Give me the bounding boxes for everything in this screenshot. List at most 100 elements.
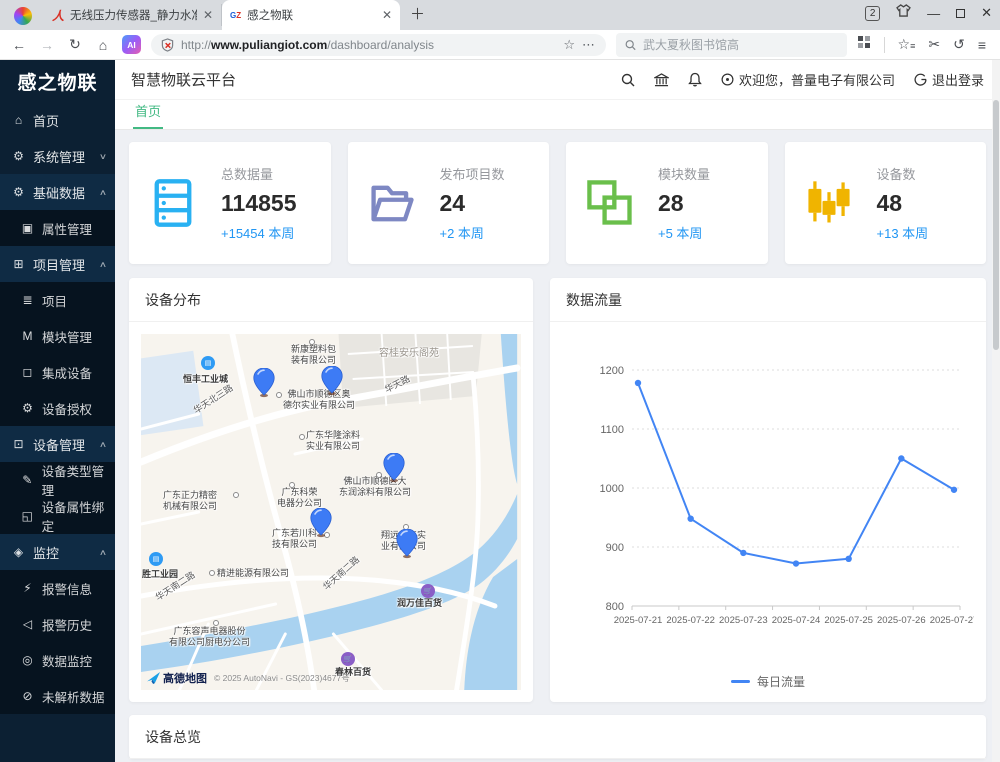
- home-icon[interactable]: ⌂: [94, 37, 112, 53]
- building-poi-icon: ▤: [149, 552, 163, 566]
- map-label: 精进能源有限公司: [217, 568, 289, 579]
- map-label: 广东容声电器股份 有限公司厨电分公司: [169, 626, 250, 648]
- scissors-icon[interactable]: ✂: [928, 36, 940, 53]
- page-scrollbar[interactable]: [992, 60, 1000, 762]
- map-pin-icon[interactable]: [310, 508, 332, 538]
- poi-dot: [299, 434, 305, 440]
- map-pin-icon[interactable]: [321, 366, 343, 396]
- browser-logo-icon[interactable]: [14, 7, 32, 25]
- favorites-icon[interactable]: ☆≡: [898, 36, 916, 53]
- notifications-bell-icon[interactable]: [688, 72, 702, 87]
- sidebar-item-项目[interactable]: ≣ 项目: [0, 282, 115, 318]
- logout-icon: [914, 73, 927, 86]
- sidebar-item-设备授权[interactable]: ⚙设备授权: [0, 390, 115, 426]
- poi-dot: [309, 339, 315, 345]
- sidebar-item-数据监控[interactable]: ◎数据监控: [0, 642, 115, 678]
- tab-count-badge[interactable]: 2: [865, 6, 880, 21]
- sidebar-item-集成设备[interactable]: ◻集成设备: [0, 354, 115, 390]
- browser-tab-2[interactable]: GZ 感之物联 ✕: [222, 0, 400, 30]
- map-label: 广东华隆涂料 实业有限公司: [306, 430, 360, 452]
- logout-button[interactable]: 退出登录: [914, 70, 984, 89]
- amap-logo[interactable]: 高德地图: [147, 670, 207, 686]
- url-text[interactable]: http://www.puliangiot.com/dashboard/anal…: [181, 38, 556, 52]
- welcome-text[interactable]: 欢迎您，普量电子有限公司: [721, 70, 895, 89]
- search-icon: [625, 39, 636, 51]
- sidebar-item-属性管理[interactable]: ▣属性管理: [0, 210, 115, 246]
- forward-icon[interactable]: →: [38, 37, 56, 53]
- sidebar-item-label: 系统管理: [33, 147, 85, 166]
- list-icon: ≣: [20, 293, 35, 307]
- map-label: 恒丰工业城: [183, 374, 228, 385]
- sidebar-item-项目管理[interactable]: ⊞项目管理∧: [0, 246, 115, 282]
- svg-text:2025-07-27: 2025-07-27: [930, 615, 974, 626]
- map-pin-icon[interactable]: [253, 368, 275, 398]
- organization-icon[interactable]: [654, 73, 669, 87]
- sidebar-item-首页[interactable]: ⌂首页: [0, 102, 115, 138]
- sidebar-item-监控[interactable]: ◈监控∧: [0, 534, 115, 570]
- stat-label: 模块数量: [658, 164, 710, 183]
- maximize-button[interactable]: [956, 6, 965, 21]
- browser-tab-bar: 人 无线压力传感器_静力水准仪_ ✕ GZ 感之物联 ✕ ＋ 2 — ✕: [0, 0, 1000, 30]
- app-logo: 感之物联: [0, 60, 115, 102]
- map-label: 容桂安乐阁苑: [379, 348, 439, 359]
- sidebar-item-label: 项目: [42, 291, 67, 310]
- browser-tab-1[interactable]: 人 无线压力传感器_静力水准仪_ ✕: [44, 4, 222, 26]
- app-header: 智慧物联云平台 欢迎您，普量电子有限公司 退出登录: [115, 60, 1000, 100]
- gear-icon: ⚙: [20, 401, 35, 415]
- back-icon[interactable]: ←: [10, 37, 28, 53]
- shop-poi-icon: 🛒: [421, 584, 435, 598]
- minimize-button[interactable]: —: [927, 6, 940, 21]
- tab-home[interactable]: 首页: [133, 101, 163, 129]
- device-overview-panel: 设备总览: [129, 715, 986, 759]
- scrollbar-thumb[interactable]: [993, 100, 999, 350]
- reload-icon[interactable]: ↻: [66, 36, 84, 53]
- stat-value: 28: [658, 190, 710, 217]
- sidebar-item-未解析数据[interactable]: ⊘未解析数据: [0, 678, 115, 714]
- bookmark-star-icon[interactable]: ☆: [563, 37, 575, 53]
- map-pin-icon[interactable]: [396, 529, 418, 559]
- chevron-up-icon: ∧: [99, 260, 107, 269]
- ai-assistant-button[interactable]: AI: [122, 35, 141, 54]
- sidebar-item-报警历史[interactable]: ◁报警历史: [0, 606, 115, 642]
- sidebar-item-设备属性绑定[interactable]: ◱设备属性绑定: [0, 498, 115, 534]
- box-icon: ◻: [20, 365, 35, 379]
- theme-shirt-icon[interactable]: [896, 4, 911, 22]
- more-options-icon[interactable]: ⋯: [582, 37, 596, 53]
- header-search-icon[interactable]: [621, 73, 635, 87]
- modules-icon: [584, 177, 636, 229]
- sidebar-item-报警信息[interactable]: ⚡报警信息: [0, 570, 115, 606]
- tab-title: 无线压力传感器_静力水准仪_: [70, 7, 197, 23]
- tab1-favicon: 人: [52, 7, 64, 24]
- map-pin-icon[interactable]: [383, 453, 405, 483]
- sidebar-item-模块管理[interactable]: M模块管理: [0, 318, 115, 354]
- stat-delta: +5 本周: [658, 223, 710, 242]
- folder-icon: [366, 177, 418, 229]
- search-input[interactable]: [643, 38, 838, 52]
- new-tab-button[interactable]: ＋: [410, 3, 425, 24]
- security-shield-icon[interactable]: [161, 38, 174, 52]
- undo-icon[interactable]: ↺: [953, 36, 965, 53]
- stat-card-devices: 设备数 48 +13 本周: [785, 142, 987, 264]
- sidebar-item-设备管理[interactable]: ⊡设备管理∧: [0, 426, 115, 462]
- tab-close-icon[interactable]: ✕: [203, 8, 213, 22]
- sidebar-item-系统管理[interactable]: ⚙系统管理∨: [0, 138, 115, 174]
- browser-search-box[interactable]: [616, 33, 847, 57]
- poi-dot: [209, 570, 215, 576]
- chart-legend[interactable]: 每日流量: [731, 673, 805, 690]
- sidebar-item-基础数据[interactable]: ⚙基础数据∧: [0, 174, 115, 210]
- copy-icon: ◱: [20, 509, 35, 523]
- tab-close-icon[interactable]: ✕: [382, 8, 392, 22]
- apps-grid-icon[interactable]: [857, 35, 871, 54]
- menu-icon[interactable]: ≡: [978, 37, 986, 53]
- map-label: 佛山市顺德区奥 德尔实业有限公司: [283, 389, 355, 411]
- address-bar[interactable]: http://www.puliangiot.com/dashboard/anal…: [151, 34, 606, 56]
- stat-card-projects: 发布项目数 24 +2 本周: [348, 142, 550, 264]
- tab2-favicon: GZ: [230, 11, 241, 20]
- device-map[interactable]: 新康塑料包 装有限公司容桂安乐阁苑恒丰工业城华天北三路佛山市顺德区奥 德尔实业有…: [141, 334, 521, 690]
- shop-poi-icon: 🛒: [341, 652, 355, 666]
- svg-text:2025-07-21: 2025-07-21: [614, 615, 663, 626]
- data-traffic-panel: 数据流量 8009001000110012002025-07-212025-07…: [550, 278, 986, 702]
- close-button[interactable]: ✕: [981, 5, 992, 21]
- sidebar-item-设备类型管理[interactable]: ✎设备类型管理: [0, 462, 115, 498]
- svg-text:2025-07-23: 2025-07-23: [719, 615, 768, 626]
